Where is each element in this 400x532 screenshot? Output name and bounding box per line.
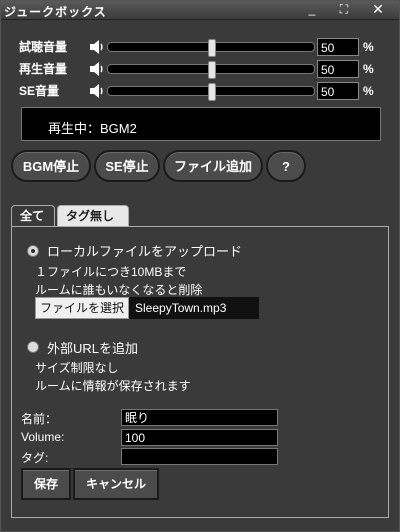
tag-label: タグ: xyxy=(21,451,49,465)
preview-volume-input[interactable]: 50 xyxy=(317,38,359,56)
slider-thumb[interactable] xyxy=(208,83,216,101)
cancel-button[interactable]: キャンセル xyxy=(73,468,159,500)
add-file-button[interactable]: ファイル追加 xyxy=(163,150,263,182)
upload-delete-note: ルームに誰もいなくなると削除 xyxy=(35,283,203,297)
now-playing-text: 再生中：BGM2 xyxy=(48,121,137,136)
percent-label: % xyxy=(363,62,374,76)
percent-label: % xyxy=(363,84,374,98)
stop-bgm-button[interactable]: BGM停止 xyxy=(11,150,91,182)
tab-all[interactable]: 全て xyxy=(11,205,55,226)
url-radio[interactable] xyxy=(27,341,39,353)
save-button[interactable]: 保存 xyxy=(21,468,71,500)
jukebox-window: ジュークボックス _ ⛶ ✕ 試聴音量 50 % 再生音量 50 % SE音量 … xyxy=(0,0,400,532)
speaker-icon xyxy=(90,62,103,76)
speaker-icon xyxy=(90,84,103,98)
url-option-label[interactable]: 外部URLを追加 xyxy=(47,338,138,357)
se-volume-label: SE音量 xyxy=(19,84,60,98)
upload-radio[interactable] xyxy=(27,245,39,257)
play-volume-label: 再生音量 xyxy=(19,62,68,76)
preview-volume-slider[interactable] xyxy=(107,39,315,57)
maximize-button[interactable]: ⛶ xyxy=(331,1,357,18)
tag-input[interactable] xyxy=(121,448,278,465)
preview-volume-label: 試聴音量 xyxy=(19,40,68,54)
url-size-note: サイズ制限なし xyxy=(35,361,119,375)
upload-size-note: １ファイルにつき10MBまで xyxy=(35,265,187,279)
close-button[interactable]: ✕ xyxy=(365,1,391,18)
title-bar[interactable]: ジュークボックス _ ⛶ ✕ xyxy=(1,1,399,20)
slider-thumb[interactable] xyxy=(208,61,216,79)
play-volume-input[interactable]: 50 xyxy=(317,60,359,78)
url-save-note: ルームに情報が保存されます xyxy=(35,379,191,393)
upload-option-label[interactable]: ローカルファイルをアップロード xyxy=(47,241,242,260)
volume-label: Volume: xyxy=(21,430,65,444)
help-button[interactable]: ? xyxy=(266,150,306,182)
name-label: 名前： xyxy=(21,412,58,426)
selected-filename: SleepyTown.mp3 xyxy=(129,297,259,319)
play-volume-slider[interactable] xyxy=(107,61,315,79)
volume-input[interactable]: 100 xyxy=(121,429,278,446)
stop-se-button[interactable]: SE停止 xyxy=(94,150,160,182)
tab-untagged[interactable]: タグ無し xyxy=(57,205,129,226)
choose-file-button[interactable]: ファイルを選択 xyxy=(35,297,129,319)
percent-label: % xyxy=(363,40,374,54)
slider-thumb[interactable] xyxy=(208,39,216,57)
minimize-button[interactable]: _ xyxy=(299,1,325,18)
speaker-icon xyxy=(90,40,103,54)
now-playing-display: 再生中：BGM2 xyxy=(21,107,381,141)
se-volume-slider[interactable] xyxy=(107,83,315,101)
name-input[interactable]: 眠り xyxy=(121,409,278,426)
window-title: ジュークボックス xyxy=(4,5,107,19)
se-volume-input[interactable]: 50 xyxy=(317,82,359,100)
